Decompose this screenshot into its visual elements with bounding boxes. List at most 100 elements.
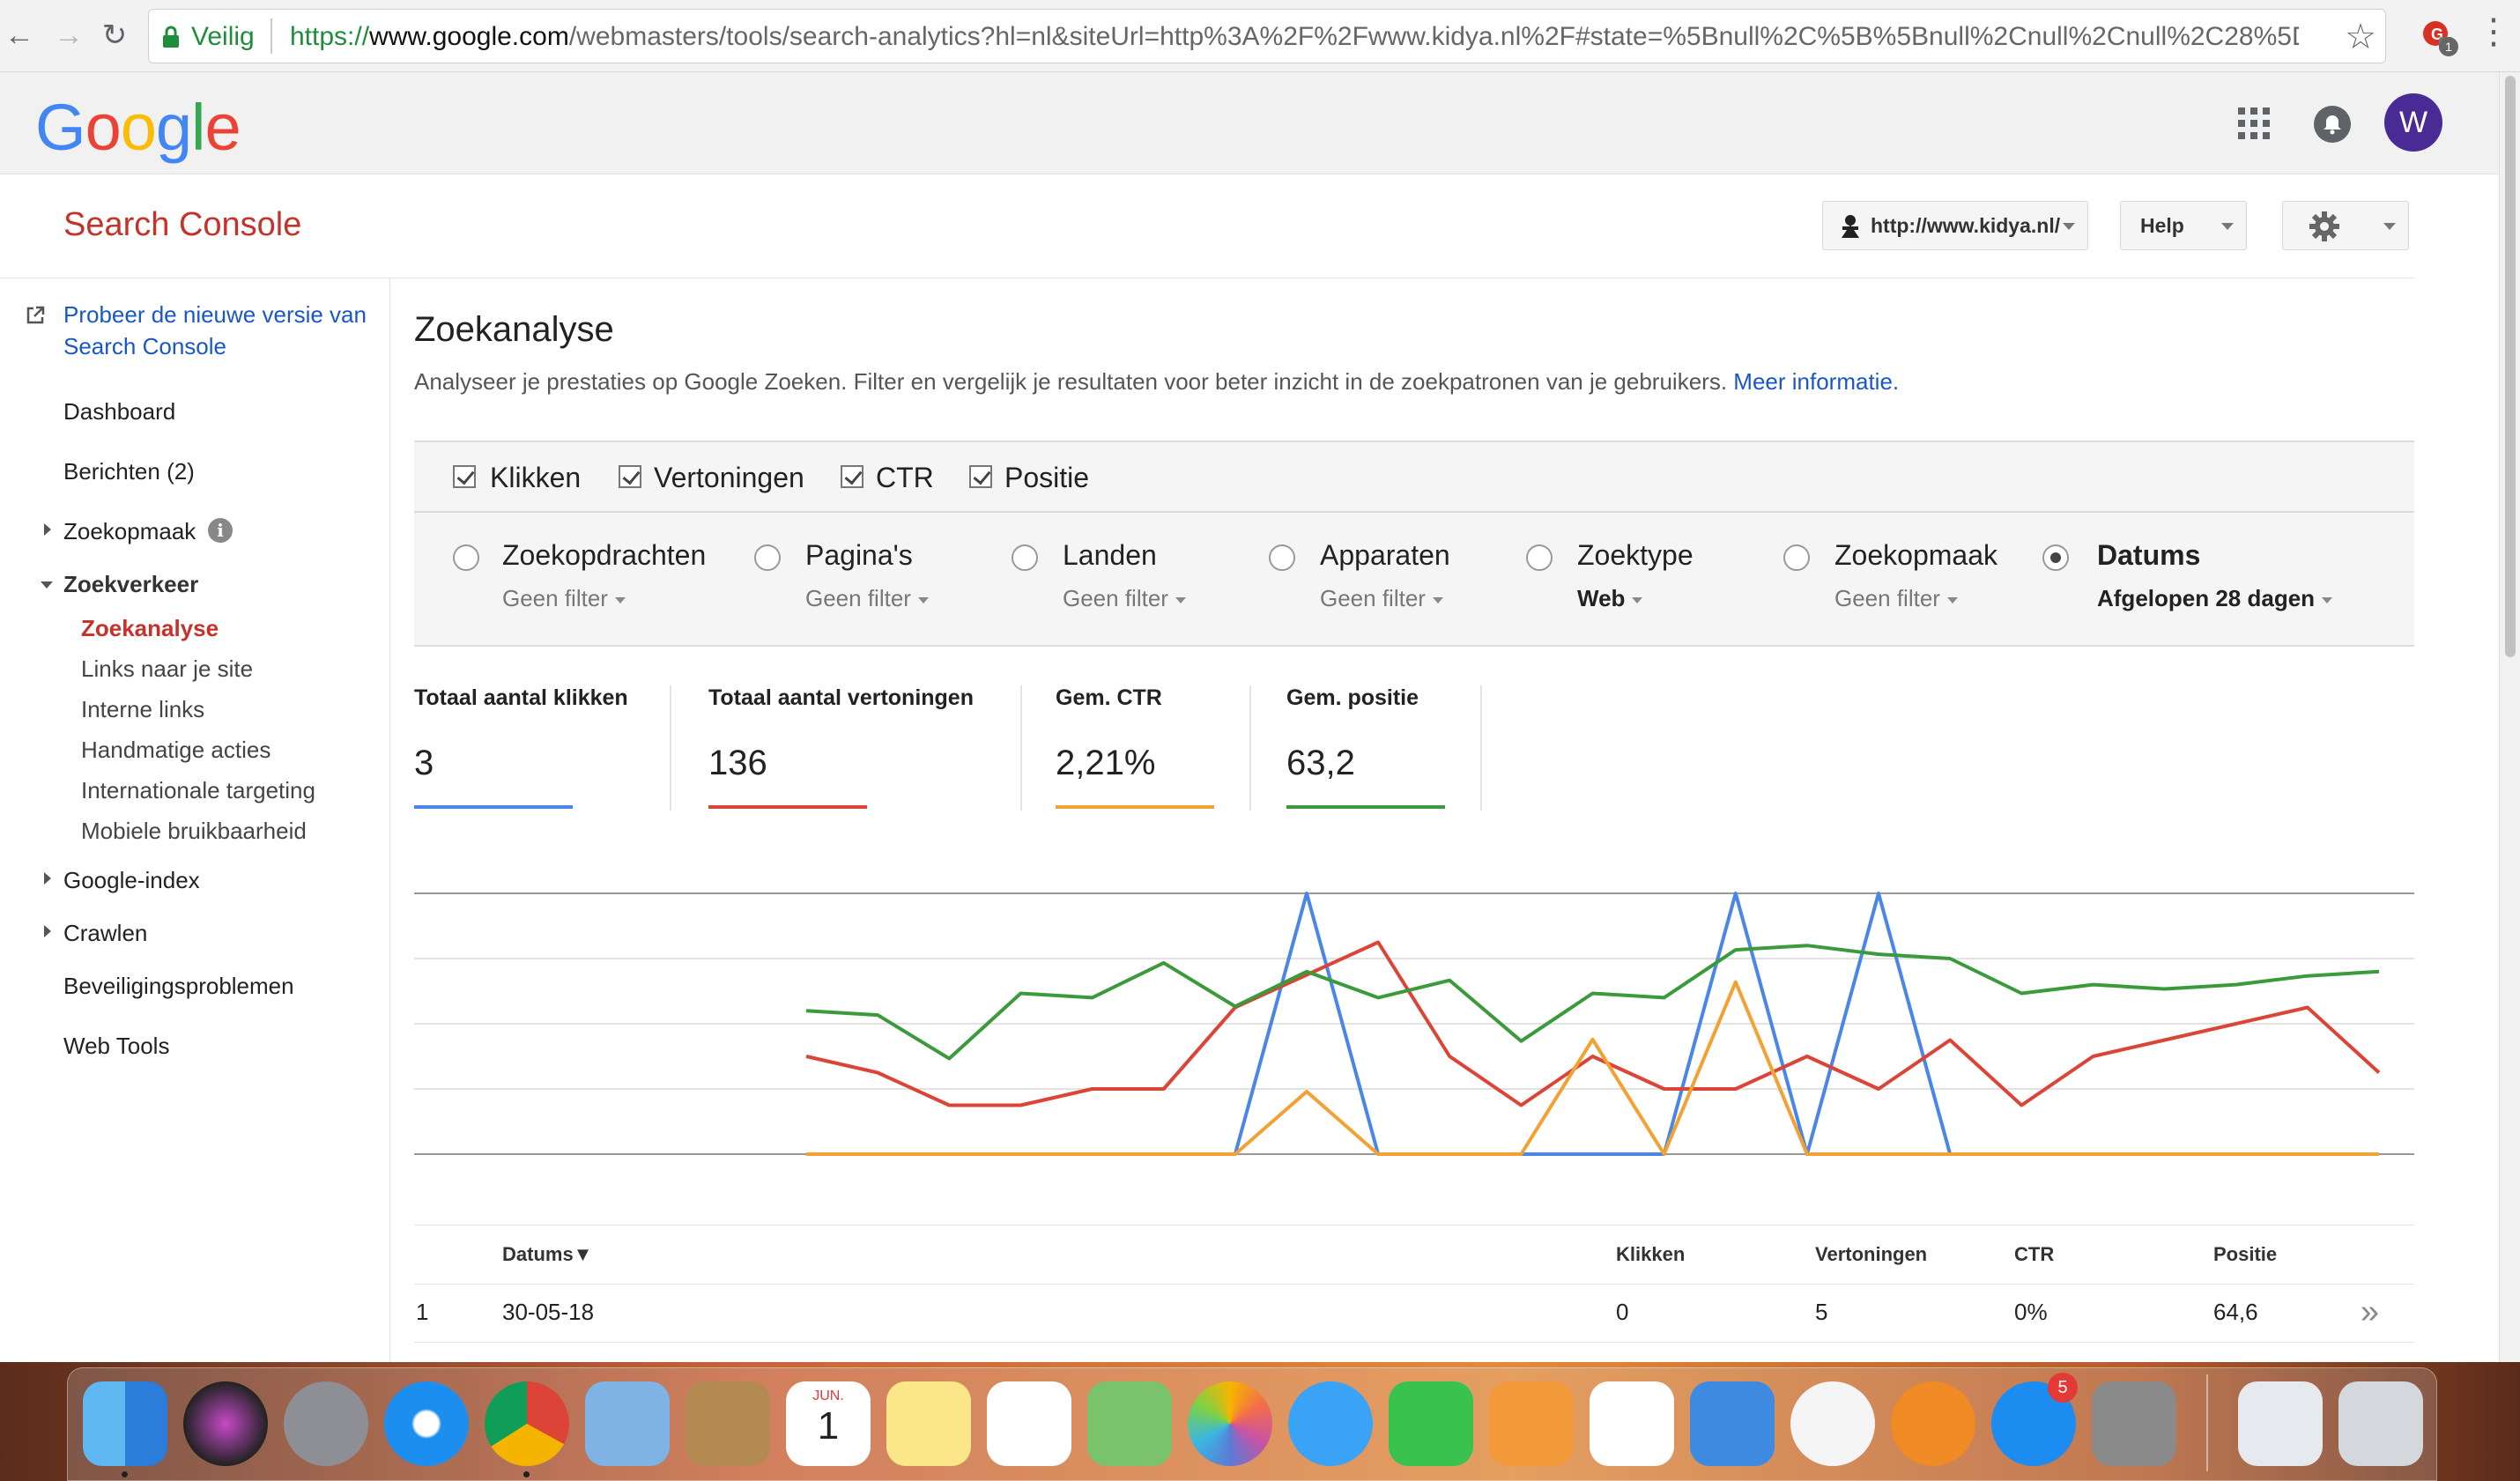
chart-series-ctr[interactable] [806,980,2379,1156]
finder-icon[interactable] [83,1381,167,1466]
system-preferences-icon[interactable] [2092,1381,2176,1466]
filter-label-devices[interactable]: Apparaten [1320,539,1450,572]
calendar-icon[interactable]: JUN. 1 [786,1381,871,1466]
stat-position[interactable]: Gem. positie 63,2 [1286,685,1445,809]
filter-dropdown-search-type[interactable]: Web [1577,585,1643,612]
site-selector[interactable]: http://www.kidya.nl/ [1822,201,2088,250]
filter-label-search-type[interactable]: Zoektype [1577,539,1694,572]
reminders-icon[interactable] [987,1381,1071,1466]
radio-search-type[interactable] [1526,544,1553,571]
stat-impressions[interactable]: Totaal aantal vertoningen 136 [708,685,974,809]
notifications-icon[interactable] [2314,106,2351,143]
itunes-icon[interactable] [1790,1381,1875,1466]
filter-label-pages[interactable]: Pagina's [805,539,913,572]
radio-devices[interactable] [1269,544,1295,571]
reload-icon[interactable]: ↻ [95,16,134,55]
sidebar-item-dashboard[interactable]: Dashboard [63,398,175,426]
column-header-ctr[interactable]: CTR [2014,1243,2054,1266]
scrollbar-thumb[interactable] [2505,76,2516,657]
filter-dropdown-pages[interactable]: Geen filter [805,585,929,612]
filter-dropdown-queries[interactable]: Geen filter [502,585,626,612]
page-scrollbar[interactable] [2499,72,2520,1362]
new-version-link[interactable]: Probeer de nieuwe versie van [63,301,367,329]
google-logo[interactable]: Google [35,90,241,165]
pages-icon[interactable] [1489,1381,1574,1466]
sidebar-subitem-mobile-usability[interactable]: Mobiele bruikbaarheid [81,818,307,845]
trash-icon[interactable] [2338,1381,2423,1466]
filter-label-countries[interactable]: Landen [1063,539,1157,572]
ibooks-icon[interactable] [1891,1381,1975,1466]
sidebar-subitem-internal-links[interactable]: Interne links [81,696,204,723]
collapse-arrow-icon[interactable] [41,581,53,589]
radio-queries[interactable] [453,544,479,571]
numbers-icon[interactable] [1590,1381,1674,1466]
chrome-icon[interactable] [485,1381,569,1466]
safari-icon[interactable] [384,1381,469,1466]
column-header-impressions[interactable]: Vertoningen [1815,1243,1927,1266]
sidebar-item-crawl[interactable]: Crawlen [63,920,147,947]
keynote-icon[interactable] [1690,1381,1775,1466]
more-info-link[interactable]: Meer informatie. [1733,368,1899,395]
facetime-icon[interactable] [1389,1381,1473,1466]
metric-label-ctr[interactable]: CTR [876,462,934,494]
sidebar-subitem-search-analytics[interactable]: Zoekanalyse [81,615,219,642]
expand-arrow-icon[interactable] [44,925,51,937]
sidebar-item-web-tools[interactable]: Web Tools [63,1033,169,1060]
address-bar[interactable]: Veilig https://www.google.com/webmasters… [148,9,2386,63]
filter-label-search-appearance[interactable]: Zoekopmaak [1834,539,1997,572]
settings-button[interactable] [2282,201,2409,250]
sidebar-subitem-links[interactable]: Links naar je site [81,655,253,683]
notes-icon[interactable] [886,1381,971,1466]
browser-menu-icon[interactable]: ⋮ [2476,14,2511,49]
radio-dates[interactable] [2042,544,2069,571]
filter-label-queries[interactable]: Zoekopdrachten [502,539,706,572]
sidebar-item-search-traffic[interactable]: Zoekverkeer [63,571,198,598]
metric-label-clicks[interactable]: Klikken [490,462,581,494]
column-header-position[interactable]: Positie [2213,1243,2277,1266]
sidebar-subitem-manual-actions[interactable]: Handmatige acties [81,737,271,764]
sidebar-item-messages[interactable]: Berichten (2) [63,458,195,485]
metric-label-position[interactable]: Positie [1004,462,1089,494]
radio-countries[interactable] [1012,544,1038,571]
radio-pages[interactable] [754,544,781,571]
sidebar-item-security[interactable]: Beveiligingsproblemen [63,973,294,1000]
column-header-clicks[interactable]: Klikken [1616,1243,1685,1266]
page-brand-title[interactable]: Search Console [63,206,301,244]
stat-clicks[interactable]: Totaal aantal klikken 3 [414,685,628,809]
filter-dropdown-devices[interactable]: Geen filter [1320,585,1443,612]
sidebar-item-google-index[interactable]: Google-index [63,867,200,894]
filter-dropdown-search-appearance[interactable]: Geen filter [1834,585,1958,612]
table-row[interactable]: 1 30-05-18 0 5 0% 64,6 » [414,1285,2414,1343]
info-icon[interactable]: i [208,518,233,543]
siri-icon[interactable] [183,1381,268,1466]
expand-arrow-icon[interactable] [44,872,51,885]
column-header-date[interactable]: Datums▼ [502,1243,592,1266]
metric-label-impressions[interactable]: Vertoningen [654,462,804,494]
launchpad-icon[interactable] [284,1381,368,1466]
forward-arrow-icon[interactable]: → [49,16,88,55]
checkbox-ctr[interactable] [841,465,863,488]
avatar[interactable]: W [2384,93,2442,152]
filter-dropdown-countries[interactable]: Geen filter [1063,585,1186,612]
help-button[interactable]: Help [2120,201,2247,250]
apps-grid-icon[interactable] [2238,107,2270,139]
maps-icon[interactable] [1087,1381,1172,1466]
filter-label-dates[interactable]: Datums [2097,539,2200,572]
stat-ctr[interactable]: Gem. CTR 2,21% [1056,685,1214,809]
checkbox-clicks[interactable] [453,465,476,488]
back-arrow-icon[interactable]: ← [0,16,39,55]
preview-icon[interactable] [585,1381,670,1466]
checkbox-impressions[interactable] [619,465,641,488]
sidebar-subitem-international[interactable]: Internationale targeting [81,777,315,804]
bookmark-star-icon[interactable]: ☆ [2345,17,2376,57]
contacts-icon[interactable] [686,1381,770,1466]
sidebar-item-search-appearance[interactable]: Zoekopmaak [63,518,196,545]
expand-arrow-icon[interactable] [44,523,51,536]
photos-icon[interactable] [1188,1381,1272,1466]
messages-icon[interactable] [1288,1381,1373,1466]
checkbox-position[interactable] [969,465,992,488]
double-chevron-right-icon[interactable]: » [2361,1293,2379,1331]
search-analytics-chart[interactable] [414,881,2414,1163]
radio-search-appearance[interactable] [1783,544,1810,571]
new-version-link-line2[interactable]: Search Console [63,333,226,360]
